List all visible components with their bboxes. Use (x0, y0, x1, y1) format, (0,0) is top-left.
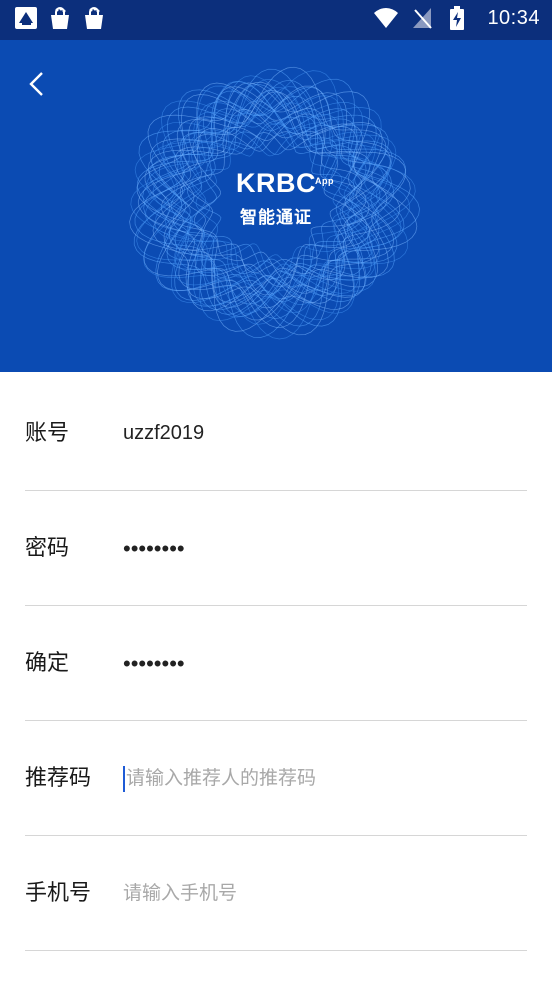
phone-input[interactable]: 请输入手机号 (123, 836, 237, 951)
chevron-left-icon (29, 72, 43, 96)
account-input[interactable]: uzzf2019 (123, 376, 204, 491)
divider (25, 950, 527, 951)
phone-placeholder: 请输入手机号 (123, 882, 238, 904)
confirm-password-input[interactable]: •••••••• (123, 606, 185, 721)
back-button[interactable] (22, 68, 54, 100)
battery-charging-icon (449, 6, 473, 30)
referral-code-label: 推荐码 (25, 766, 92, 791)
referral-code-placeholder: 请输入推荐人的推荐码 (126, 767, 317, 789)
account-label: 账号 (25, 421, 70, 446)
brand-logo: KRBC App (236, 168, 334, 199)
phone-row: 手机号 请输入手机号 (0, 836, 552, 951)
status-bar: 10:34 (0, 0, 552, 40)
confirm-password-row: 确定 •••••••• (0, 606, 552, 721)
password-label: 密码 (25, 536, 70, 561)
password-input[interactable]: •••••••• (123, 491, 185, 606)
hero-header: KRBC App 智能通证 (0, 40, 552, 372)
brand-superscript: App (315, 176, 334, 186)
shopping-bag-icon (82, 6, 106, 30)
phone-label: 手机号 (25, 881, 92, 906)
no-signal-icon (411, 6, 435, 30)
clock: 10:34 (487, 6, 540, 29)
text-caret (123, 765, 125, 792)
password-row: 密码 •••••••• (0, 491, 552, 606)
app-notification-icon (14, 6, 38, 30)
brand-subtitle: 智能通证 (240, 208, 312, 228)
notification-icons (14, 6, 106, 30)
system-icons: 10:34 (373, 6, 540, 30)
brand-name: KRBC (236, 168, 316, 198)
shopping-bag-icon (48, 6, 72, 30)
account-row: 账号 uzzf2019 (0, 376, 552, 491)
registration-form: 账号 uzzf2019 密码 •••••••• 确定 •••••••• 推荐码 … (0, 376, 552, 951)
referral-code-row: 推荐码 请输入推荐人的推荐码 (0, 721, 552, 836)
wifi-icon (373, 6, 399, 30)
brand-block: KRBC App 智能通证 (0, 168, 552, 228)
referral-code-input[interactable]: 请输入推荐人的推荐码 (123, 721, 316, 836)
confirm-password-label: 确定 (25, 651, 70, 676)
